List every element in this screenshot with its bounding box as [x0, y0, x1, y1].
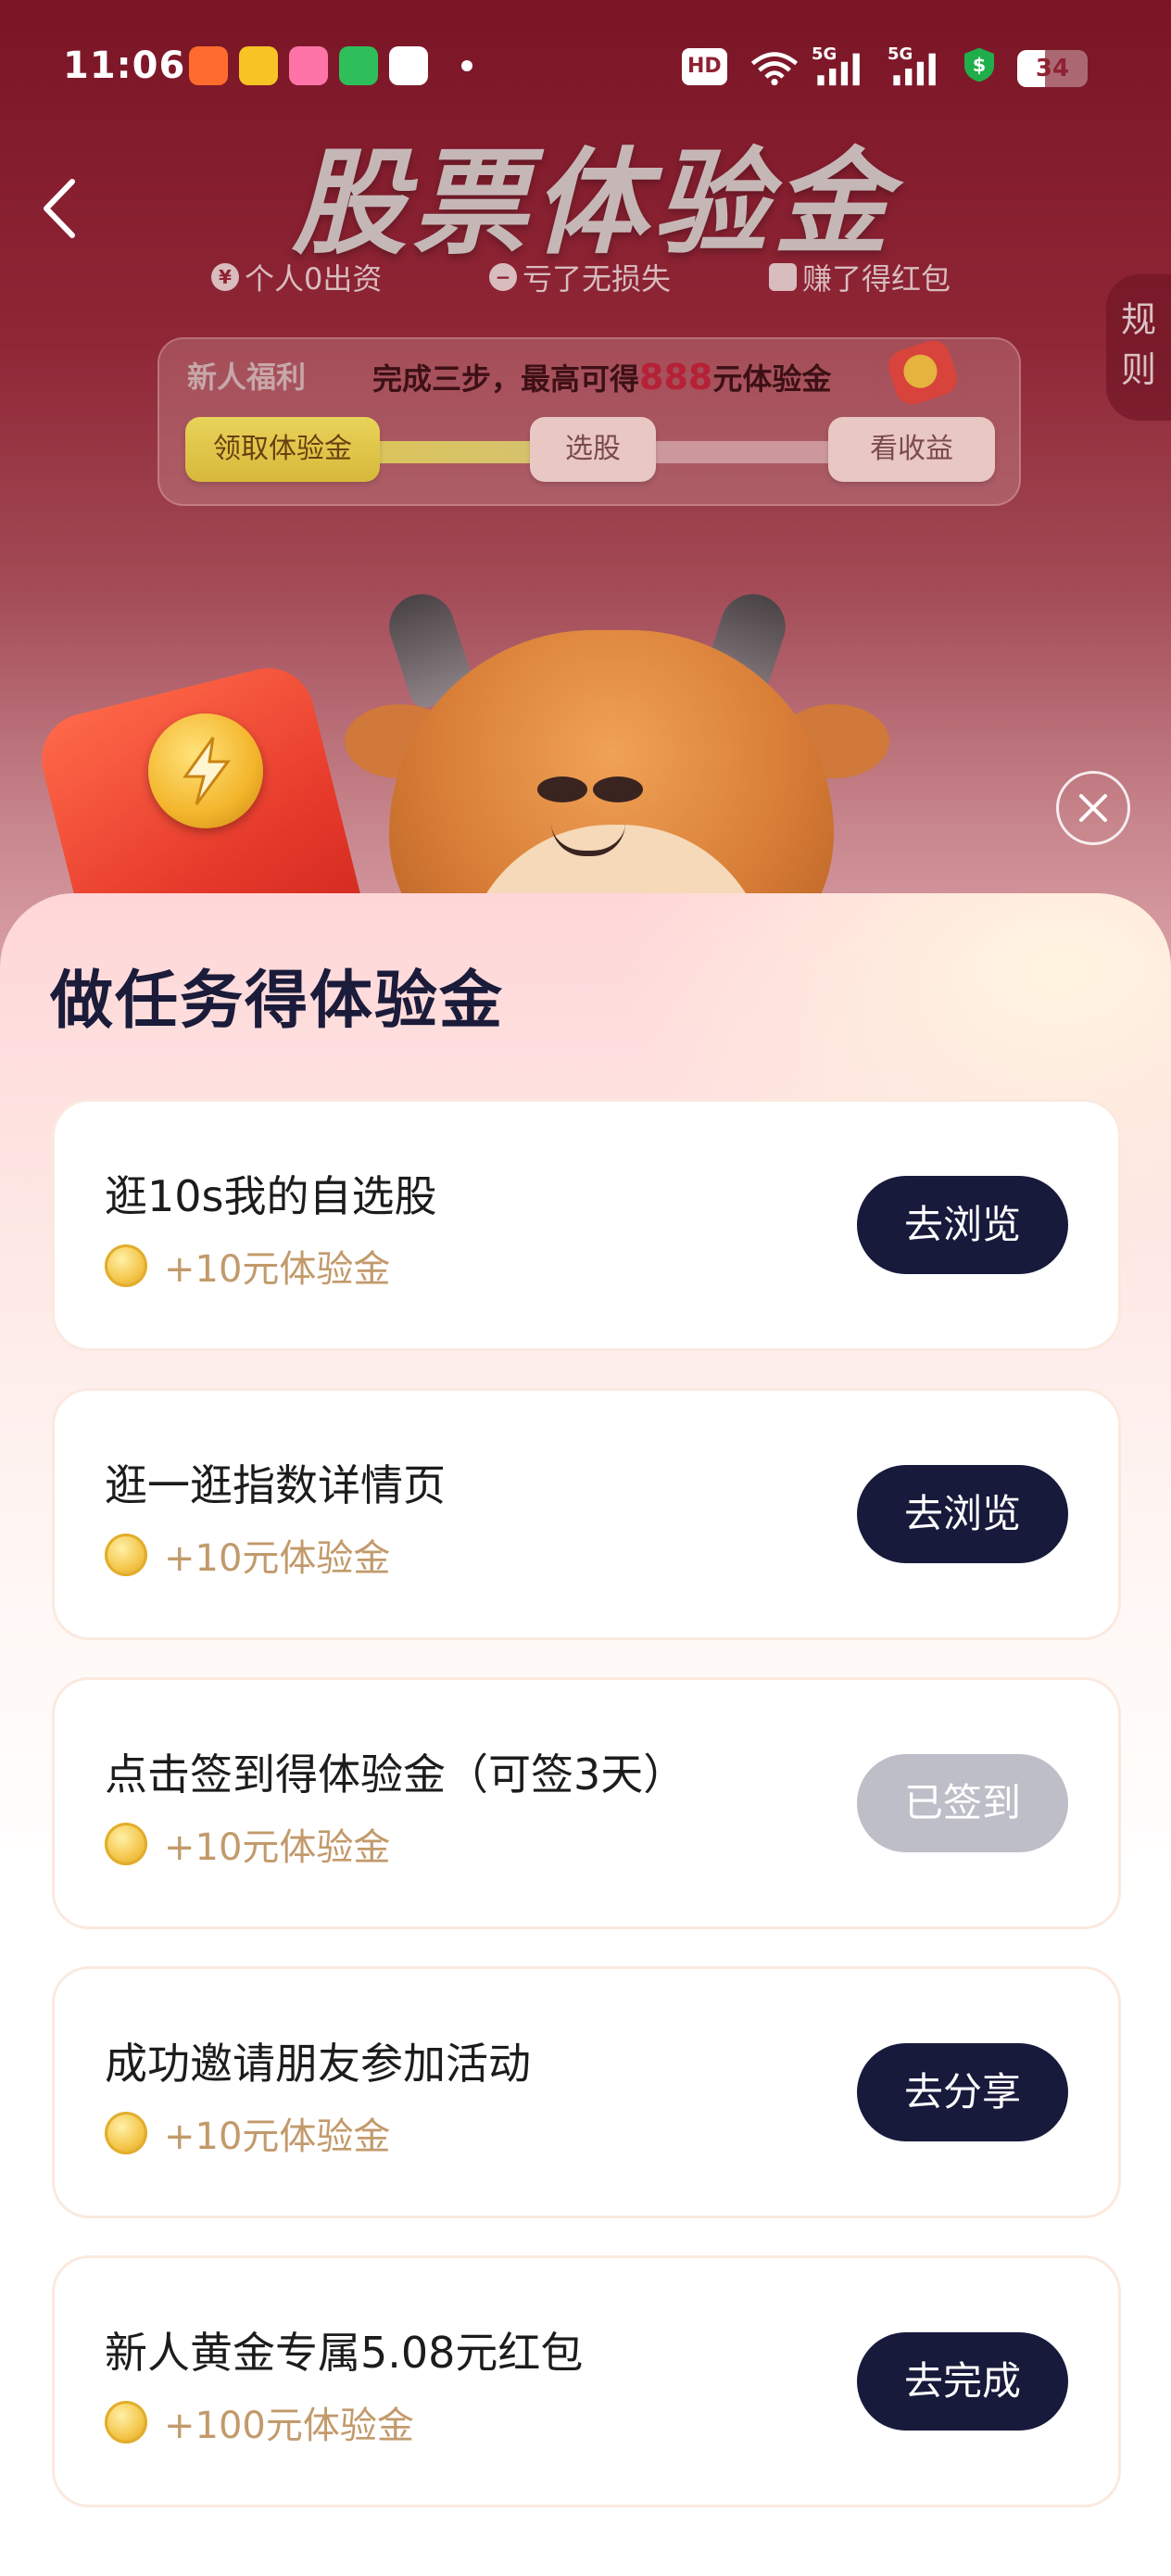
status-bar: 11:06 HD 5G 5G $ 34	[0, 37, 1171, 102]
close-icon	[1079, 794, 1107, 822]
signal-icon-2	[893, 53, 936, 86]
iqiyi-icon	[339, 46, 378, 85]
coin-icon	[105, 1244, 147, 1287]
task-action-button[interactable]: 去浏览	[857, 1176, 1068, 1274]
signal-icon-1	[817, 53, 860, 86]
task-reward: +10元体验金	[105, 1817, 390, 1871]
page-title: 股票体验金	[291, 137, 894, 271]
battery-icon: 34	[1017, 50, 1088, 87]
feature-item: 赚了得红包	[769, 256, 951, 298]
red-packet-icon	[769, 263, 797, 291]
task-action-button[interactable]: 去浏览	[857, 1465, 1068, 1563]
task-card: 成功邀请朋友参加活动 +10元体验金 去分享	[52, 1966, 1121, 2218]
hd-icon: HD	[682, 48, 727, 85]
task-action-button[interactable]: 去分享	[857, 2043, 1068, 2141]
task-reward-text: +10元体验金	[164, 1248, 391, 1291]
progress-text-suffix: 元体验金	[712, 361, 832, 397]
task-completed-button[interactable]: 已签到	[857, 1754, 1068, 1852]
app-icon-2	[239, 46, 278, 85]
feature-item: − 亏了无损失	[489, 256, 671, 298]
step-claim[interactable]: 领取体验金	[185, 417, 380, 482]
task-reward: +10元体验金	[105, 1528, 390, 1582]
task-name: 新人黄金专属5.08元红包	[105, 2328, 584, 2378]
task-reward-text: +10元体验金	[164, 2115, 391, 2158]
progress-description: 完成三步，最高可得888元体验金	[372, 356, 831, 398]
red-packet-coin-icon	[884, 335, 962, 410]
coin-icon	[105, 1534, 147, 1576]
shield-dollar-icon: $	[964, 47, 994, 82]
step-view-earnings[interactable]: 看收益	[828, 417, 995, 482]
task-sheet-title: 做任务得体验金	[50, 965, 505, 1038]
task-name: 逛10s我的自选股	[105, 1171, 437, 1221]
bull-eye-right	[593, 777, 643, 802]
task-name: 点击签到得体验金（可签3天）	[105, 1749, 686, 1799]
coin-icon	[105, 2112, 147, 2154]
battery-level: 34	[1035, 55, 1070, 82]
yen-icon: ¥	[211, 263, 239, 291]
task-sheet: 做任务得体验金 逛10s我的自选股 +10元体验金 去浏览 逛一逛指数详情页 +…	[0, 893, 1171, 2576]
wifi-icon	[750, 52, 799, 86]
feature-label: 个人0出资	[245, 261, 383, 297]
task-reward: +10元体验金	[105, 1239, 390, 1293]
task-reward-text: +10元体验金	[164, 1537, 391, 1580]
rules-label: 规则	[1120, 299, 1156, 390]
minus-icon: −	[489, 263, 517, 291]
task-name: 逛一逛指数详情页	[105, 1460, 446, 1510]
progress-amount: 888	[639, 357, 713, 398]
feature-label: 亏了无损失	[523, 261, 672, 297]
lightning-coin-icon	[148, 713, 263, 828]
task-card: 新人黄金专属5.08元红包 +100元体验金 去完成	[52, 2255, 1121, 2507]
step-select-stock[interactable]: 选股	[530, 417, 656, 482]
task-card: 逛10s我的自选股 +10元体验金 去浏览	[52, 1099, 1121, 1351]
bilibili-icon	[289, 46, 328, 85]
task-card: 点击签到得体验金（可签3天） +10元体验金 已签到	[52, 1677, 1121, 1929]
newcomer-progress-card: 新人福利 完成三步，最高可得888元体验金 领取体验金 选股 看收益	[157, 335, 1021, 506]
close-button[interactable]	[1056, 771, 1130, 845]
coin-icon	[105, 1823, 147, 1865]
task-reward: +10元体验金	[105, 2106, 390, 2160]
status-time: 11:06	[63, 44, 186, 87]
app-icon-1	[189, 46, 228, 85]
bull-eye-left	[537, 777, 587, 802]
svg-text:$: $	[973, 54, 986, 76]
feature-item: ¥ 个人0出资	[211, 256, 382, 298]
task-action-button[interactable]: 去完成	[857, 2332, 1068, 2431]
system-icons: HD 5G 5G $ 34	[682, 44, 1099, 91]
notification-dot	[461, 60, 472, 71]
task-name: 成功邀请朋友参加活动	[105, 2039, 531, 2089]
back-arrow-icon[interactable]	[37, 176, 83, 241]
feature-list: ¥ 个人0出资 − 亏了无损失 赚了得红包	[211, 256, 1008, 297]
feature-label: 赚了得红包	[802, 261, 951, 297]
coin-icon	[105, 2401, 147, 2443]
task-reward-text: +10元体验金	[164, 1826, 391, 1869]
app-icon-5	[389, 46, 428, 85]
newcomer-tag: 新人福利	[187, 360, 307, 395]
rules-tab[interactable]: 规则	[1106, 274, 1171, 421]
task-reward-text: +100元体验金	[164, 2405, 414, 2447]
progress-text-prefix: 完成三步，最高可得	[372, 361, 640, 397]
task-card: 逛一逛指数详情页 +10元体验金 去浏览	[52, 1388, 1121, 1640]
task-reward: +100元体验金	[105, 2395, 414, 2449]
